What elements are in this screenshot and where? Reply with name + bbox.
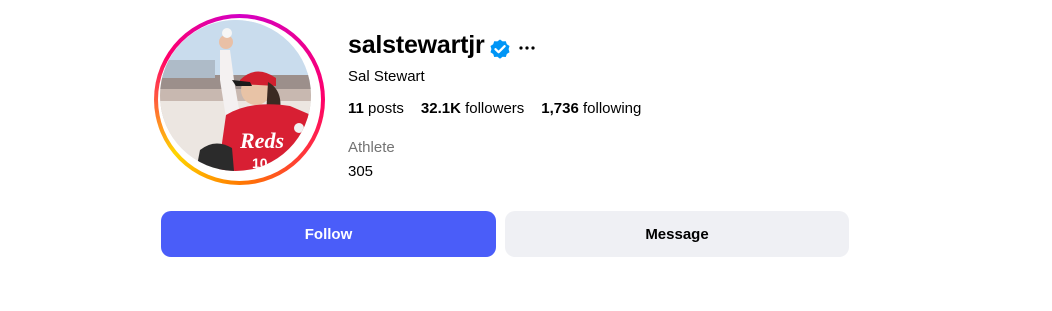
message-button[interactable]: Message bbox=[505, 211, 849, 257]
profile-username: salstewartjr bbox=[348, 31, 485, 59]
profile-bio: 305 bbox=[348, 163, 374, 180]
profile-avatar-ring[interactable]: Reds 10 bbox=[154, 14, 325, 185]
verified-badge-icon bbox=[488, 37, 512, 61]
avatar-photo: Reds 10 bbox=[160, 20, 311, 171]
profile-full-name: Sal Stewart bbox=[348, 68, 425, 85]
following-count: 1,736 bbox=[541, 100, 579, 117]
followers-count: 32.1K bbox=[420, 100, 461, 117]
posts-label: posts bbox=[368, 100, 404, 117]
following-stat[interactable]: 1,736 following bbox=[541, 99, 641, 119]
profile-stats: 11 posts 32.1K followers 1,736 following bbox=[348, 99, 658, 119]
posts-count: 11 bbox=[348, 100, 364, 117]
followers-stat[interactable]: 32.1K followers bbox=[421, 99, 524, 119]
following-label: following bbox=[583, 100, 642, 117]
svg-text:Reds: Reds bbox=[239, 128, 284, 153]
profile-category: Athlete bbox=[348, 139, 395, 156]
posts-stat[interactable]: 11 posts bbox=[348, 99, 404, 119]
more-options-icon[interactable] bbox=[517, 38, 537, 58]
follow-button[interactable]: Follow bbox=[161, 211, 496, 257]
avatar: Reds 10 bbox=[160, 20, 311, 171]
followers-label: followers bbox=[465, 100, 525, 117]
